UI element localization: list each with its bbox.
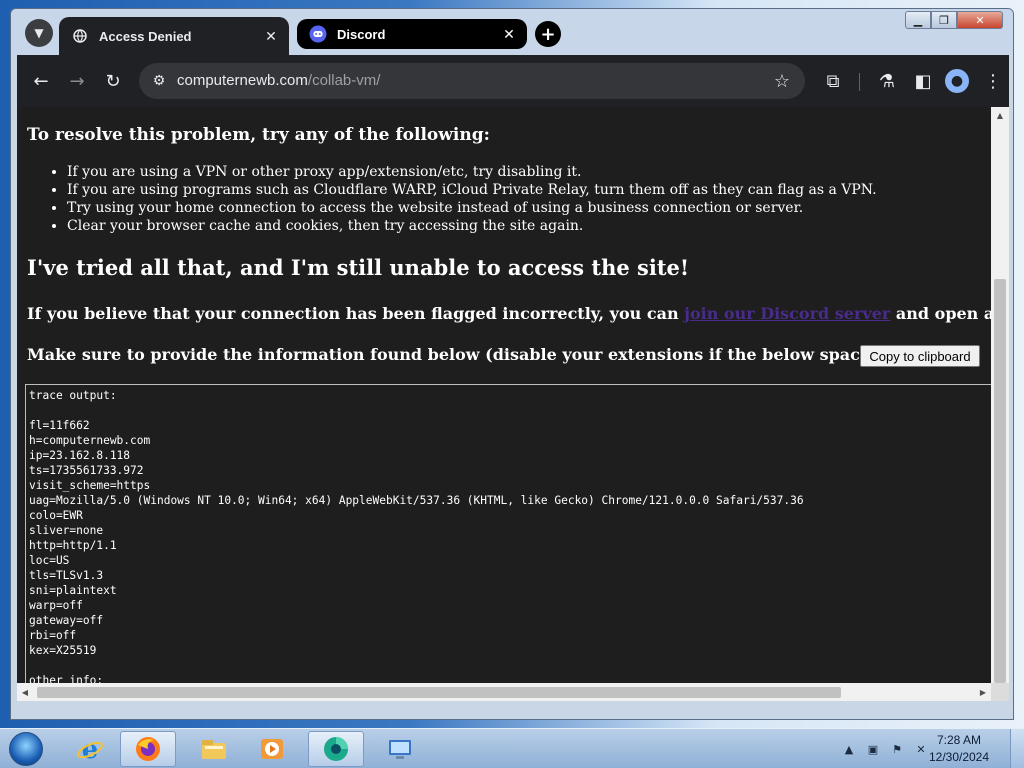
remote-desktop-icon — [389, 740, 411, 759]
extensions-button[interactable]: ⧉ — [821, 69, 845, 93]
taskbar-browser[interactable] — [308, 731, 364, 767]
close-icon[interactable]: ✕ — [261, 26, 281, 46]
svg-text:e: e — [82, 735, 99, 763]
resolve-list: If you are using a VPN or other proxy ap… — [67, 163, 967, 235]
vertical-scroll-thumb[interactable] — [994, 279, 1006, 683]
list-item: Try using your home connection to access… — [67, 199, 967, 217]
arrow-right-icon: → — [69, 70, 85, 92]
tried-heading: I've tried all that, and I'm still unabl… — [27, 255, 690, 280]
avatar-icon: ● — [950, 73, 964, 89]
side-panel-icon: ◧ — [914, 70, 932, 92]
page-viewport: To resolve this problem, try any of the … — [17, 107, 1009, 701]
side-panel-button[interactable]: ◧ — [911, 69, 935, 93]
tab-search-button[interactable]: ▼ — [25, 19, 53, 47]
plus-icon: + — [540, 23, 556, 45]
scroll-right-icon[interactable]: ▶ — [975, 683, 991, 701]
minimize-icon: ▁ — [913, 13, 923, 27]
toolbar-divider — [859, 73, 860, 91]
flask-icon: ⚗ — [878, 70, 896, 92]
new-tab-button[interactable]: + — [535, 21, 561, 47]
folder-icon — [202, 740, 226, 759]
profile-button[interactable]: ● — [945, 69, 969, 93]
scroll-corner — [991, 683, 1009, 701]
discord-icon — [309, 25, 327, 43]
list-item: If you are using a VPN or other proxy ap… — [67, 163, 967, 181]
url-text[interactable]: computernewb.com/collab-vm/ — [177, 72, 380, 89]
maximize-button[interactable]: ❐ — [931, 11, 957, 29]
minimize-button[interactable]: ▁ — [905, 11, 931, 29]
back-button[interactable]: ← — [29, 69, 53, 93]
action-center-flag-icon[interactable]: ⚑ — [888, 740, 906, 758]
clock-time: 7:28 AM — [936, 733, 982, 747]
list-item: If you are using programs such as Cloudf… — [67, 181, 967, 199]
clock[interactable]: 7:28 AM 12/30/2024 — [924, 732, 994, 766]
page-content: To resolve this problem, try any of the … — [17, 107, 1009, 701]
media-player-icon — [261, 739, 283, 759]
reload-button[interactable]: ↻ — [101, 69, 125, 93]
address-bar[interactable]: ⚙ computernewb.com/collab-vm/ ☆ — [139, 63, 805, 99]
provide-info-text: Make sure to provide the information fou… — [27, 345, 965, 364]
copy-to-clipboard-button[interactable]: Copy to clipboard — [860, 345, 980, 367]
arrow-left-icon: ← — [33, 70, 49, 92]
browser-toolbar: ← → ↻ ⚙ computernewb.com/collab-vm/ ☆ ⧉ … — [17, 55, 1009, 107]
taskbar-file-explorer[interactable] — [186, 731, 242, 767]
puzzle-icon: ⧉ — [826, 70, 840, 92]
taskbar-media-player[interactable] — [244, 731, 300, 767]
labs-button[interactable]: ⚗ — [875, 69, 899, 93]
flagged-prefix: If you believe that your connection has … — [27, 304, 685, 323]
discord-server-link[interactable]: join our Discord server — [684, 304, 890, 323]
tab-discord[interactable]: Discord ✕ — [297, 19, 527, 49]
site-info-icon[interactable]: ⚙ — [149, 71, 169, 91]
globe-icon — [71, 27, 89, 45]
tab-title: Access Denied — [99, 28, 192, 44]
show-hidden-icons-icon[interactable]: ▲ — [840, 740, 858, 758]
chevron-down-icon: ▼ — [34, 26, 44, 40]
horizontal-scroll-thumb[interactable] — [37, 687, 841, 698]
browser-window: ▼ Access Denied ✕ Discord ✕ + ▁ ❐ ✕ ← → … — [10, 8, 1014, 720]
tab-access-denied[interactable]: Access Denied ✕ — [59, 17, 289, 55]
window-close-button[interactable]: ✕ — [957, 11, 1003, 29]
windows-logo-icon — [9, 732, 43, 766]
network-icon[interactable]: ▣ — [864, 740, 882, 758]
bookmark-star-icon[interactable]: ☆ — [771, 70, 793, 92]
scroll-left-icon[interactable]: ◀ — [17, 683, 33, 701]
close-icon[interactable]: ✕ — [499, 24, 519, 44]
tab-title: Discord — [337, 26, 386, 42]
url-host: computernewb.com — [177, 72, 308, 89]
forward-button[interactable]: → — [65, 69, 89, 93]
taskbar-firefox[interactable] — [120, 731, 176, 767]
internet-explorer-icon: e — [77, 735, 103, 763]
clock-date: 12/30/2024 — [928, 750, 990, 764]
kebab-menu-icon: ⋮ — [984, 70, 1002, 92]
close-icon: ✕ — [975, 13, 985, 27]
firefox-icon — [136, 737, 160, 761]
menu-button[interactable]: ⋮ — [981, 69, 1005, 93]
show-desktop-button[interactable] — [1010, 729, 1024, 768]
url-path: /collab-vm/ — [307, 72, 381, 89]
horizontal-scrollbar[interactable]: ◀ ▶ — [17, 683, 991, 701]
browser-app-icon — [324, 737, 348, 761]
tab-strip: ▼ Access Denied ✕ Discord ✕ + ▁ ❐ ✕ — [11, 9, 1013, 55]
list-item: Clear your browser cache and cookies, th… — [67, 217, 967, 235]
scroll-up-icon[interactable]: ▲ — [991, 107, 1009, 123]
reload-icon: ↻ — [105, 70, 121, 92]
taskbar-remote-desktop[interactable] — [372, 731, 428, 767]
restore-icon: ❐ — [939, 13, 949, 27]
resolve-heading: To resolve this problem, try any of the … — [27, 125, 490, 145]
start-button[interactable] — [4, 730, 48, 768]
taskbar-internet-explorer[interactable]: e — [62, 731, 118, 767]
taskbar: e ▲ ▣ ⚑ ✕ 7:28 AM 12/30/2024 — [0, 728, 1024, 768]
trace-output[interactable]: trace output: fl=11f662 h=computernewb.c… — [25, 384, 993, 692]
vertical-scrollbar[interactable]: ▲ ▼ — [991, 107, 1009, 701]
flagged-paragraph: If you believe that your connection has … — [27, 304, 1009, 323]
